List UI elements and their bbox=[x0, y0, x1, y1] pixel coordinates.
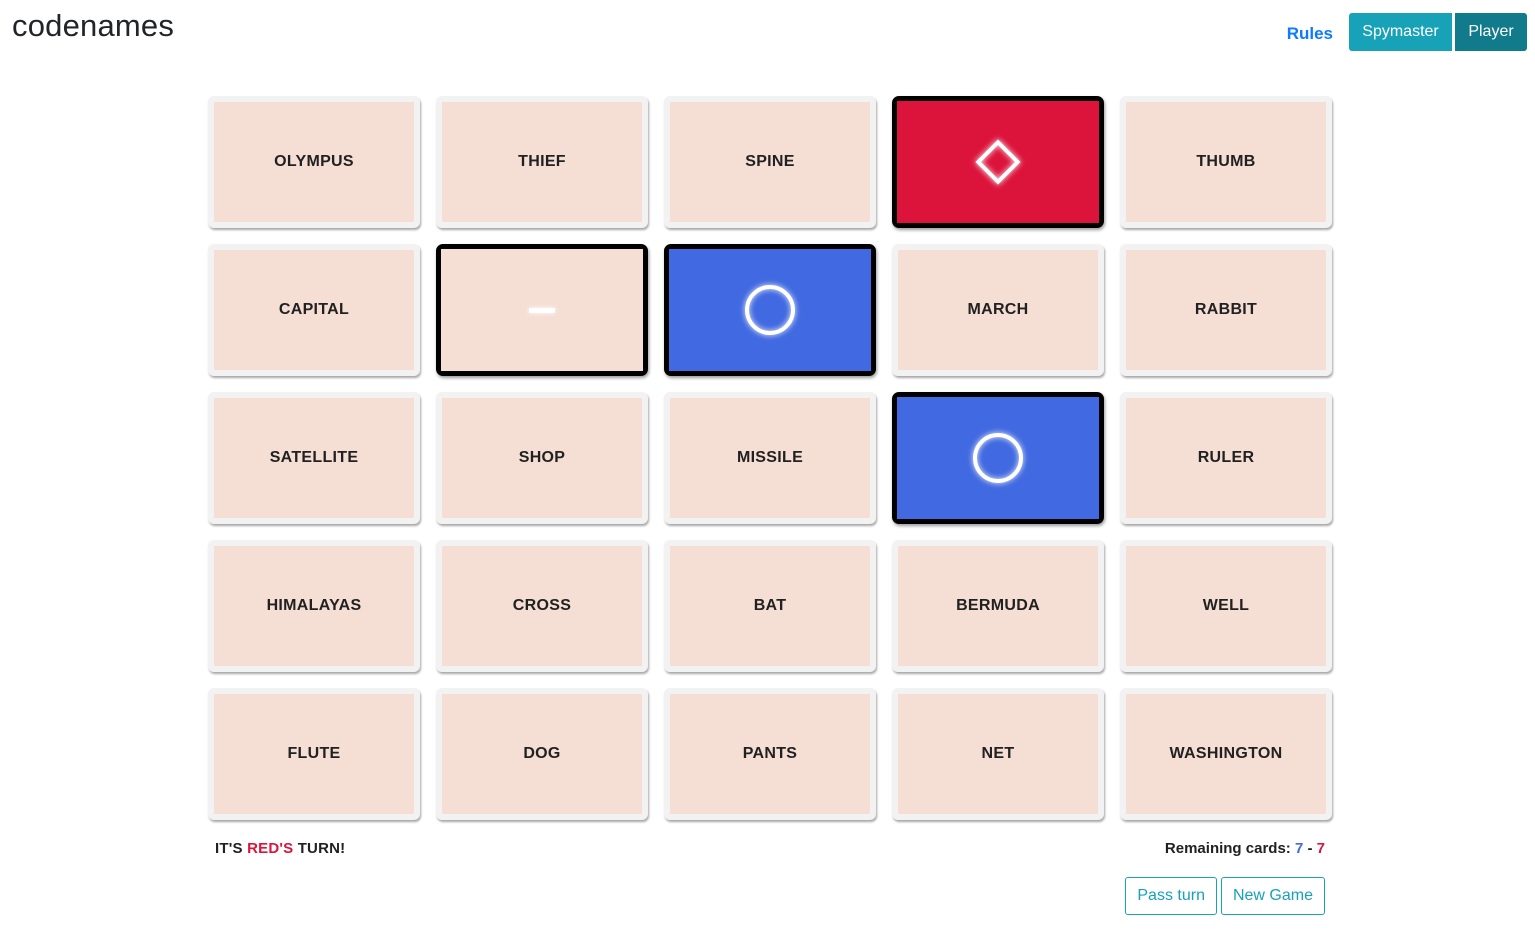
card-face: BERMUDA bbox=[898, 546, 1098, 666]
new-game-button[interactable]: New Game bbox=[1220, 877, 1325, 915]
word-card[interactable]: NET bbox=[892, 688, 1104, 820]
word-card[interactable]: SHOP bbox=[436, 392, 648, 524]
revealed-card-neutral[interactable] bbox=[436, 244, 648, 376]
revealed-card-red[interactable] bbox=[892, 96, 1104, 228]
card-face: MISSILE bbox=[670, 398, 870, 518]
word-card[interactable]: RABBIT bbox=[1120, 244, 1332, 376]
circle-icon bbox=[735, 275, 805, 345]
card-word: SPINE bbox=[745, 153, 795, 170]
word-card[interactable]: DOG bbox=[436, 688, 648, 820]
circle-icon bbox=[963, 423, 1033, 493]
card-face: RABBIT bbox=[1126, 250, 1326, 370]
card-face: BAT bbox=[670, 546, 870, 666]
card-face: WELL bbox=[1126, 546, 1326, 666]
card-face bbox=[897, 397, 1099, 519]
turn-indicator: IT'S RED'S TURN! bbox=[215, 840, 345, 857]
card-face: SATELLITE bbox=[214, 398, 414, 518]
card-word: CAPITAL bbox=[278, 301, 350, 318]
game-board: OLYMPUS THIEF SPINE THUMB CAPITAL MARCH RABBIT… bbox=[208, 96, 1335, 823]
card-word: THIEF bbox=[518, 153, 566, 170]
card-face: SHOP bbox=[442, 398, 642, 518]
card-face: CROSS bbox=[442, 546, 642, 666]
turn-team: RED'S bbox=[247, 840, 294, 857]
card-word: SHOP bbox=[518, 449, 566, 466]
turn-suffix: TURN! bbox=[293, 840, 346, 857]
card-face: PANTS bbox=[670, 694, 870, 814]
word-card[interactable]: BERMUDA bbox=[892, 540, 1104, 672]
card-word: BAT bbox=[753, 597, 787, 614]
card-face bbox=[669, 249, 871, 371]
word-card[interactable]: BAT bbox=[664, 540, 876, 672]
word-card[interactable]: FLUTE bbox=[208, 688, 420, 820]
card-word: DOG bbox=[523, 745, 561, 762]
card-face: FLUTE bbox=[214, 694, 414, 814]
card-word: BERMUDA bbox=[956, 597, 1040, 614]
card-face: THIEF bbox=[442, 102, 642, 222]
card-face: MARCH bbox=[898, 250, 1098, 370]
word-card[interactable]: CAPITAL bbox=[208, 244, 420, 376]
word-card[interactable]: HIMALAYAS bbox=[208, 540, 420, 672]
top-nav: Rules Spymaster Player bbox=[1287, 13, 1527, 51]
card-face: OLYMPUS bbox=[214, 102, 414, 222]
card-word: RABBIT bbox=[1194, 301, 1258, 318]
word-card[interactable]: PANTS bbox=[664, 688, 876, 820]
word-card[interactable]: WELL bbox=[1120, 540, 1332, 672]
card-word: SATELLITE bbox=[269, 449, 359, 466]
turn-prefix: IT'S bbox=[215, 840, 248, 857]
word-card[interactable]: CROSS bbox=[436, 540, 648, 672]
card-word: HIMALAYAS bbox=[266, 597, 362, 614]
pass-turn-button[interactable]: Pass turn bbox=[1125, 877, 1217, 915]
game-actions: Pass turn New Game bbox=[1125, 877, 1325, 915]
card-word: MISSILE bbox=[736, 449, 804, 466]
word-card[interactable]: THUMB bbox=[1120, 96, 1332, 228]
word-card[interactable]: MISSILE bbox=[664, 392, 876, 524]
player-button[interactable]: Player bbox=[1455, 13, 1527, 51]
card-word: WELL bbox=[1202, 597, 1250, 614]
card-face: RULER bbox=[1126, 398, 1326, 518]
remaining-separator: - bbox=[1303, 840, 1317, 857]
card-word: WASHINGTON bbox=[1169, 745, 1283, 762]
card-word: CROSS bbox=[512, 597, 572, 614]
revealed-card-blue[interactable] bbox=[892, 392, 1104, 524]
card-face: WASHINGTON bbox=[1126, 694, 1326, 814]
rules-link[interactable]: Rules bbox=[1287, 24, 1333, 44]
card-word: FLUTE bbox=[287, 745, 341, 762]
dash-icon bbox=[517, 295, 567, 325]
card-face bbox=[897, 101, 1099, 223]
card-word: NET bbox=[981, 745, 1015, 762]
card-face: HIMALAYAS bbox=[214, 546, 414, 666]
card-word: THUMB bbox=[1196, 153, 1256, 170]
word-card[interactable]: RULER bbox=[1120, 392, 1332, 524]
remaining-red-count: 7 bbox=[1316, 840, 1325, 857]
card-face: NET bbox=[898, 694, 1098, 814]
card-word: PANTS bbox=[742, 745, 798, 762]
word-card[interactable]: SATELLITE bbox=[208, 392, 420, 524]
card-face: THUMB bbox=[1126, 102, 1326, 222]
app-title: codenames bbox=[12, 8, 175, 43]
remaining-label: Remaining cards: bbox=[1164, 840, 1295, 857]
revealed-card-blue[interactable] bbox=[664, 244, 876, 376]
card-face: DOG bbox=[442, 694, 642, 814]
remaining-cards: Remaining cards: 7 - 7 bbox=[1165, 840, 1325, 857]
word-card[interactable]: MARCH bbox=[892, 244, 1104, 376]
card-face: SPINE bbox=[670, 102, 870, 222]
card-face: CAPITAL bbox=[214, 250, 414, 370]
word-card[interactable]: SPINE bbox=[664, 96, 876, 228]
word-card[interactable]: OLYMPUS bbox=[208, 96, 420, 228]
card-face bbox=[441, 249, 643, 371]
word-card[interactable]: WASHINGTON bbox=[1120, 688, 1332, 820]
word-card[interactable]: THIEF bbox=[436, 96, 648, 228]
diamond-icon bbox=[963, 127, 1033, 197]
card-word: OLYMPUS bbox=[274, 153, 354, 170]
spymaster-button[interactable]: Spymaster bbox=[1349, 13, 1452, 51]
card-word: RULER bbox=[1197, 449, 1255, 466]
card-word: MARCH bbox=[967, 301, 1029, 318]
